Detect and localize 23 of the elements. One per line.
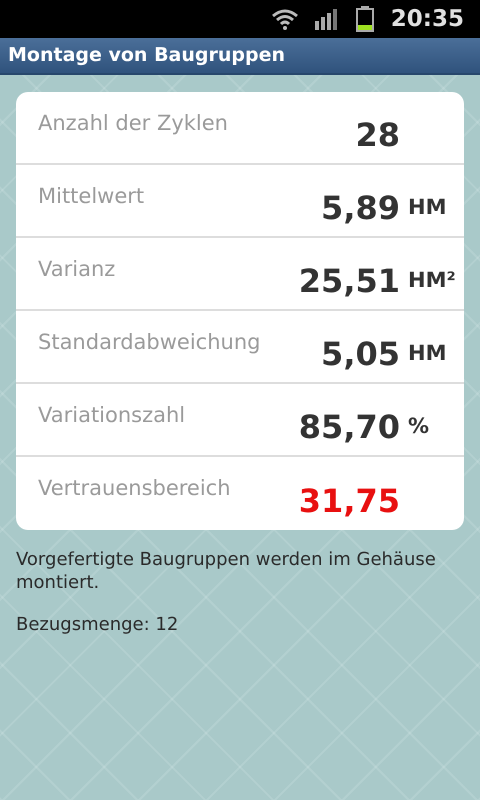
unit-label: HM <box>407 340 448 367</box>
stat-value: 28 <box>354 114 400 156</box>
signal-icon <box>314 8 339 30</box>
stat-label: Anzahl der Zyklen <box>38 110 229 137</box>
stat-label: Varianz <box>38 256 116 283</box>
unit-label: HM² <box>407 266 457 294</box>
wifi-icon <box>270 8 299 30</box>
clock-time: 20:35 <box>390 4 464 34</box>
stat-value: 85,70 <box>298 406 400 448</box>
screen-title: Montage von Baugruppen <box>8 43 286 68</box>
description-text: Vorgefertigte Baugruppen werden im Gehäuse montiert. <box>15 548 437 595</box>
stat-value: 25,51 <box>298 260 400 302</box>
stat-value: 31,75 <box>298 480 400 522</box>
stat-value: 5,05 <box>320 334 400 374</box>
unit-label: HM <box>407 194 448 221</box>
stat-value: 5,89 <box>320 188 400 228</box>
stat-label: Standardabweichung <box>38 329 262 356</box>
unit-label: % <box>407 412 430 440</box>
battery-icon <box>354 6 375 32</box>
stat-label: Vertrauensbereich <box>38 475 232 502</box>
stat-label: Mittelwert <box>38 183 146 210</box>
stat-label: Variationszahl <box>38 402 186 429</box>
reference-quantity: Bezugsmenge: 12 <box>15 612 180 636</box>
